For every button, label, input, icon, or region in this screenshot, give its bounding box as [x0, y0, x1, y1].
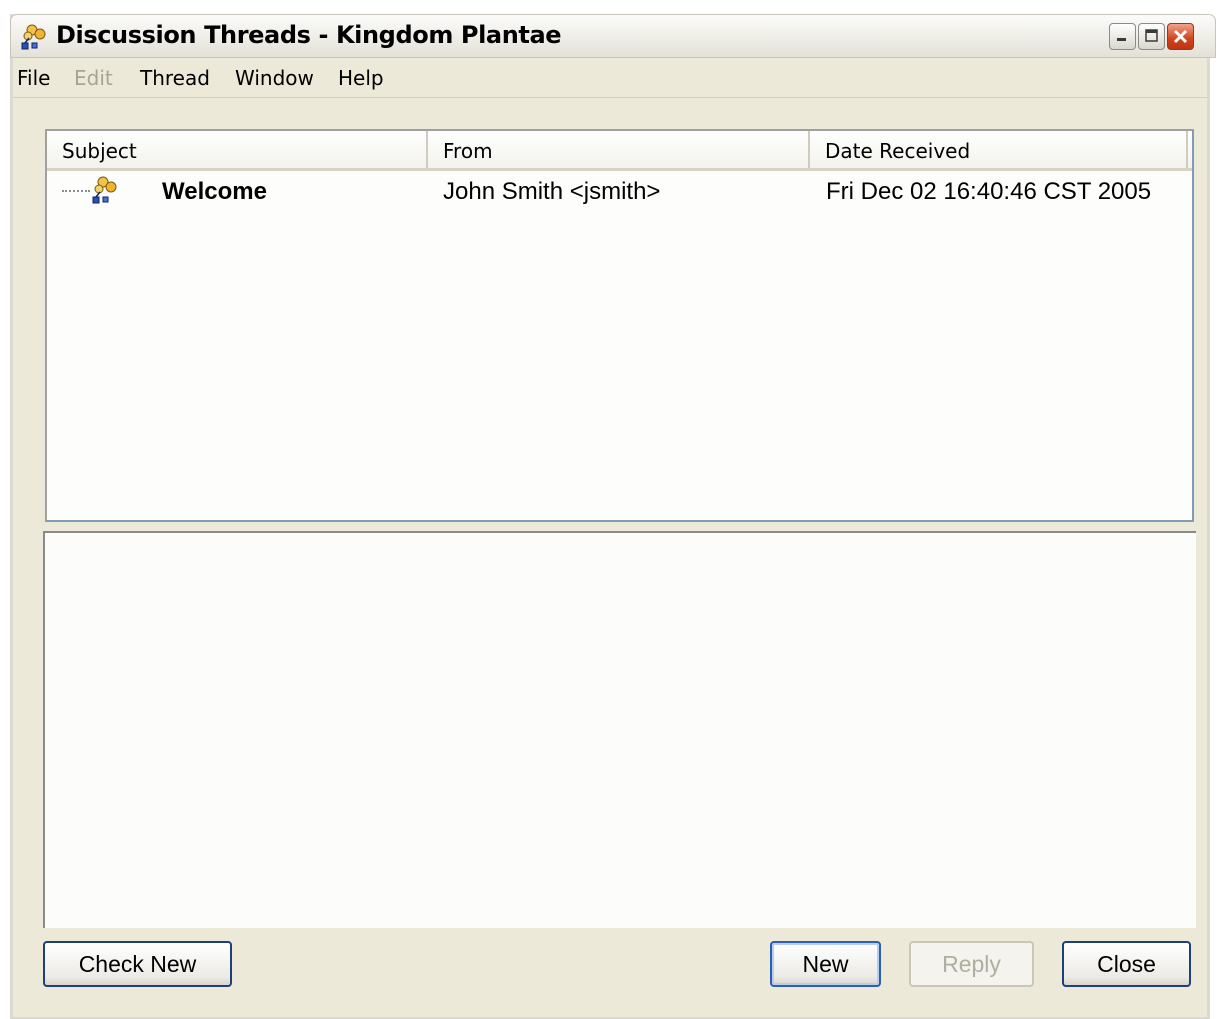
minimize-icon	[1117, 38, 1126, 41]
row-date: Fri Dec 02 16:40:46 CST 2005	[826, 178, 1152, 205]
check-new-button[interactable]: Check New	[43, 941, 232, 987]
menu-thread[interactable]: Thread	[140, 66, 210, 90]
close-button[interactable]: Close	[1062, 941, 1191, 987]
column-from[interactable]: From	[428, 131, 810, 168]
row-subject: Welcome	[162, 178, 267, 205]
menu-edit[interactable]: Edit	[74, 66, 113, 90]
new-button[interactable]: New	[770, 941, 881, 987]
close-window-button[interactable]	[1167, 23, 1194, 50]
row-from: John Smith <jsmith>	[443, 178, 661, 205]
message-preview-pane[interactable]	[43, 531, 1196, 928]
reply-button[interactable]: Reply	[909, 941, 1034, 987]
column-subject[interactable]: Subject	[47, 131, 428, 168]
menu-help[interactable]: Help	[338, 66, 384, 90]
thread-list-header: Subject From Date Received	[47, 131, 1192, 171]
menu-bar: File Edit Thread Window Help	[13, 58, 1207, 98]
discussion-threads-window: Discussion Threads - Kingdom Plantae Fil…	[10, 14, 1216, 1019]
thread-icon	[92, 176, 117, 204]
maximize-button[interactable]	[1138, 23, 1165, 50]
table-row[interactable]: Welcome John Smith <jsmith> Fri Dec 02 1…	[47, 171, 1192, 211]
maximize-icon	[1145, 29, 1158, 42]
window-title: Discussion Threads - Kingdom Plantae	[56, 21, 562, 49]
title-bar[interactable]: Discussion Threads - Kingdom Plantae	[10, 14, 1216, 58]
thread-list[interactable]: Subject From Date Received Welcome John …	[45, 129, 1194, 522]
tree-connector	[62, 190, 90, 192]
menu-file[interactable]: File	[17, 66, 50, 90]
close-icon	[1173, 29, 1188, 44]
minimize-button[interactable]	[1109, 23, 1136, 50]
column-date-received[interactable]: Date Received	[810, 131, 1188, 168]
discussion-threads-icon	[21, 24, 46, 50]
menu-window[interactable]: Window	[235, 66, 314, 90]
